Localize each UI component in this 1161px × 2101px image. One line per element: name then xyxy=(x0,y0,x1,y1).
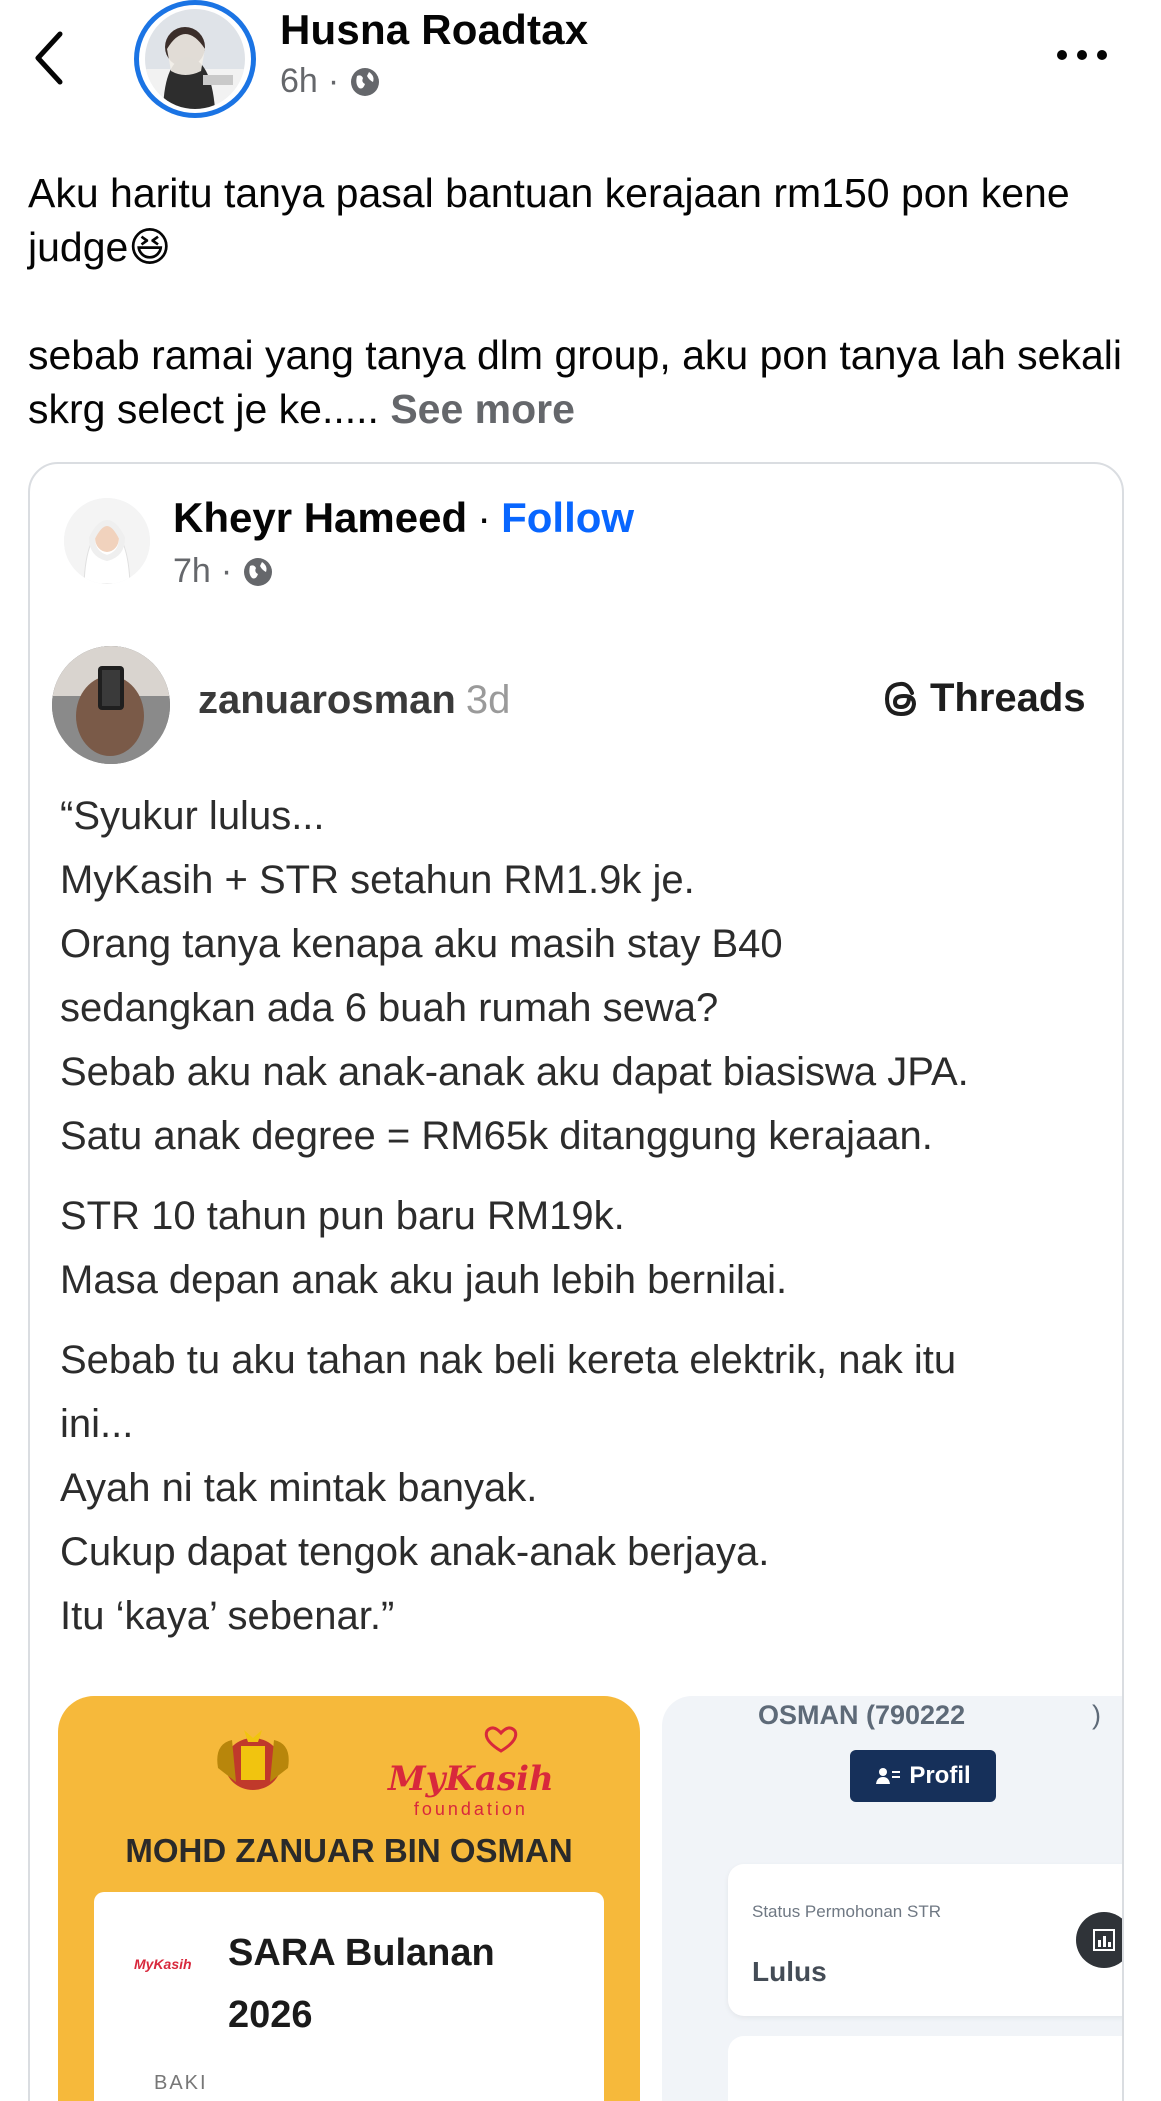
threads-paragraph-2: STR 10 tahun pun baru RM19k. Masa depan … xyxy=(60,1184,1110,1312)
str-status-box: Status Permohonan STR Lulus xyxy=(728,1864,1122,2016)
post-line-2: sebab ramai yang tanya dlm group, aku po… xyxy=(28,332,1123,432)
threads-paragraph-1: “Syukur lulus... MyKasih + STR setahun R… xyxy=(60,784,1110,1168)
threads-line: Sebab aku nak anak-anak aku dapat biasis… xyxy=(60,1050,969,1094)
threads-line: Ayah ni tak mintak banyak. xyxy=(60,1466,538,1510)
threads-username: zanuarosman xyxy=(198,678,456,722)
globe-icon xyxy=(351,67,380,96)
chevron-left-icon xyxy=(35,31,63,85)
meta-separator: · xyxy=(220,552,233,590)
threads-line: “Syukur lulus... xyxy=(60,794,325,838)
threads-line: sedangkan ada 6 buah rumah sewa? xyxy=(60,986,719,1030)
meta-separator: · xyxy=(327,62,340,100)
sara-card: MyKasih SARA Bulanan 2026 BAKI xyxy=(94,1892,604,2101)
post-paragraph-2: sebab ramai yang tanya dlm group, aku po… xyxy=(28,328,1138,436)
threads-logo-icon xyxy=(884,681,917,716)
threads-line: MyKasih + STR setahun RM1.9k je. xyxy=(60,858,695,902)
mykasih-card-image[interactable]: MyKasih foundation MOHD ZANUAR BIN OSMAN… xyxy=(58,1696,640,2101)
threads-line: Satu anak degree = RM65k ditanggung kera… xyxy=(60,1114,933,1158)
globe-icon xyxy=(244,557,273,586)
shared-post-card[interactable]: Kheyr Hameed · Follow 7h · zanuarosman 3d xyxy=(28,462,1124,2101)
threads-paragraph-3: Sebab tu aku tahan nak beli kereta elekt… xyxy=(60,1328,1110,1648)
threads-line: Itu ‘kaya’ sebenar.” xyxy=(60,1594,395,1638)
str-status-image[interactable]: OSMAN (790222 ) Profil Status Permohonan… xyxy=(662,1696,1122,2101)
str-status-label: Status Permohonan STR xyxy=(752,1902,941,1921)
threads-brand: Threads xyxy=(882,676,1086,721)
profil-button: Profil xyxy=(850,1750,996,1802)
threads-line: Masa depan anak aku jauh lebih bernilai. xyxy=(60,1258,788,1302)
threads-brand-label: Threads xyxy=(930,676,1086,720)
more-horizontal-icon xyxy=(1057,50,1107,60)
threads-line: Cukup dapat tengok anak-anak berjaya. xyxy=(60,1530,770,1574)
threads-line: STR 10 tahun pun baru RM19k. xyxy=(60,1194,625,1238)
threads-user-avatar xyxy=(52,646,170,764)
shared-author-row: Kheyr Hameed · Follow xyxy=(173,494,634,542)
post-header: Husna Roadtax 6h · xyxy=(0,0,1161,120)
chart-icon xyxy=(1076,1912,1122,1968)
str-status-value: Lulus xyxy=(752,1956,827,1987)
sara-baki-label: BAKI xyxy=(154,2072,208,2094)
sara-title-line-2: 2026 xyxy=(228,1994,313,2036)
card-holder-name: MOHD ZANUAR BIN OSMAN xyxy=(125,1832,573,1869)
post-paragraph-1: Aku haritu tanya pasal bantuan kerajaan … xyxy=(28,166,1138,274)
threads-age: 3d xyxy=(465,678,511,722)
see-more-link[interactable]: See more xyxy=(390,386,575,432)
post-time: 6h xyxy=(280,62,318,100)
mykasih-logo: MyKasih foundation xyxy=(388,1724,554,1820)
more-options-button[interactable] xyxy=(1050,30,1120,80)
shared-author-name[interactable]: Kheyr Hameed xyxy=(173,494,467,542)
threads-username-row: zanuarosman 3d xyxy=(198,678,510,723)
str-name-paren: ) xyxy=(1092,1700,1101,1730)
post-text: Aku haritu tanya pasal bantuan kerajaan … xyxy=(28,166,1138,490)
name-separator: · xyxy=(477,494,492,541)
sara-card-title: SARA Bulanan 2026 xyxy=(228,1922,495,2046)
post-meta: 6h · xyxy=(280,62,381,101)
threads-line: Orang tanya kenapa aku masih stay B40 xyxy=(60,922,783,966)
malaysia-crest-icon xyxy=(217,1730,289,1790)
sara-title-line-1: SARA Bulanan xyxy=(228,1932,495,1974)
mykasih-brand: MyKasih xyxy=(388,1759,554,1799)
poster-avatar-image xyxy=(145,9,245,109)
threads-line: Sebab tu aku tahan nak beli kereta elekt… xyxy=(60,1338,957,1382)
mykasih-foundation: foundation xyxy=(413,1799,528,1819)
post-line-1: Aku haritu tanya pasal bantuan kerajaan … xyxy=(28,170,1070,270)
shared-post-meta: 7h · xyxy=(173,552,274,591)
str-applicant-name: OSMAN (790222 xyxy=(758,1700,966,1730)
str-secondary-box xyxy=(728,2036,1122,2101)
back-button[interactable] xyxy=(30,22,90,92)
user-card-icon xyxy=(876,1768,901,1784)
shared-author-avatar[interactable] xyxy=(64,498,150,584)
follow-button[interactable]: Follow xyxy=(501,494,634,542)
heart-icon xyxy=(484,1726,518,1753)
profil-label: Profil xyxy=(909,1762,971,1789)
threads-line: ini... xyxy=(60,1402,134,1446)
grinning-squinting-emoji: 😆 xyxy=(128,224,172,270)
sara-card-logo: MyKasih xyxy=(134,1956,192,1972)
threads-post-body: “Syukur lulus... MyKasih + STR setahun R… xyxy=(60,784,1110,1664)
shared-post-time: 7h xyxy=(173,552,211,590)
poster-avatar[interactable] xyxy=(134,0,256,118)
poster-name[interactable]: Husna Roadtax xyxy=(280,6,588,54)
